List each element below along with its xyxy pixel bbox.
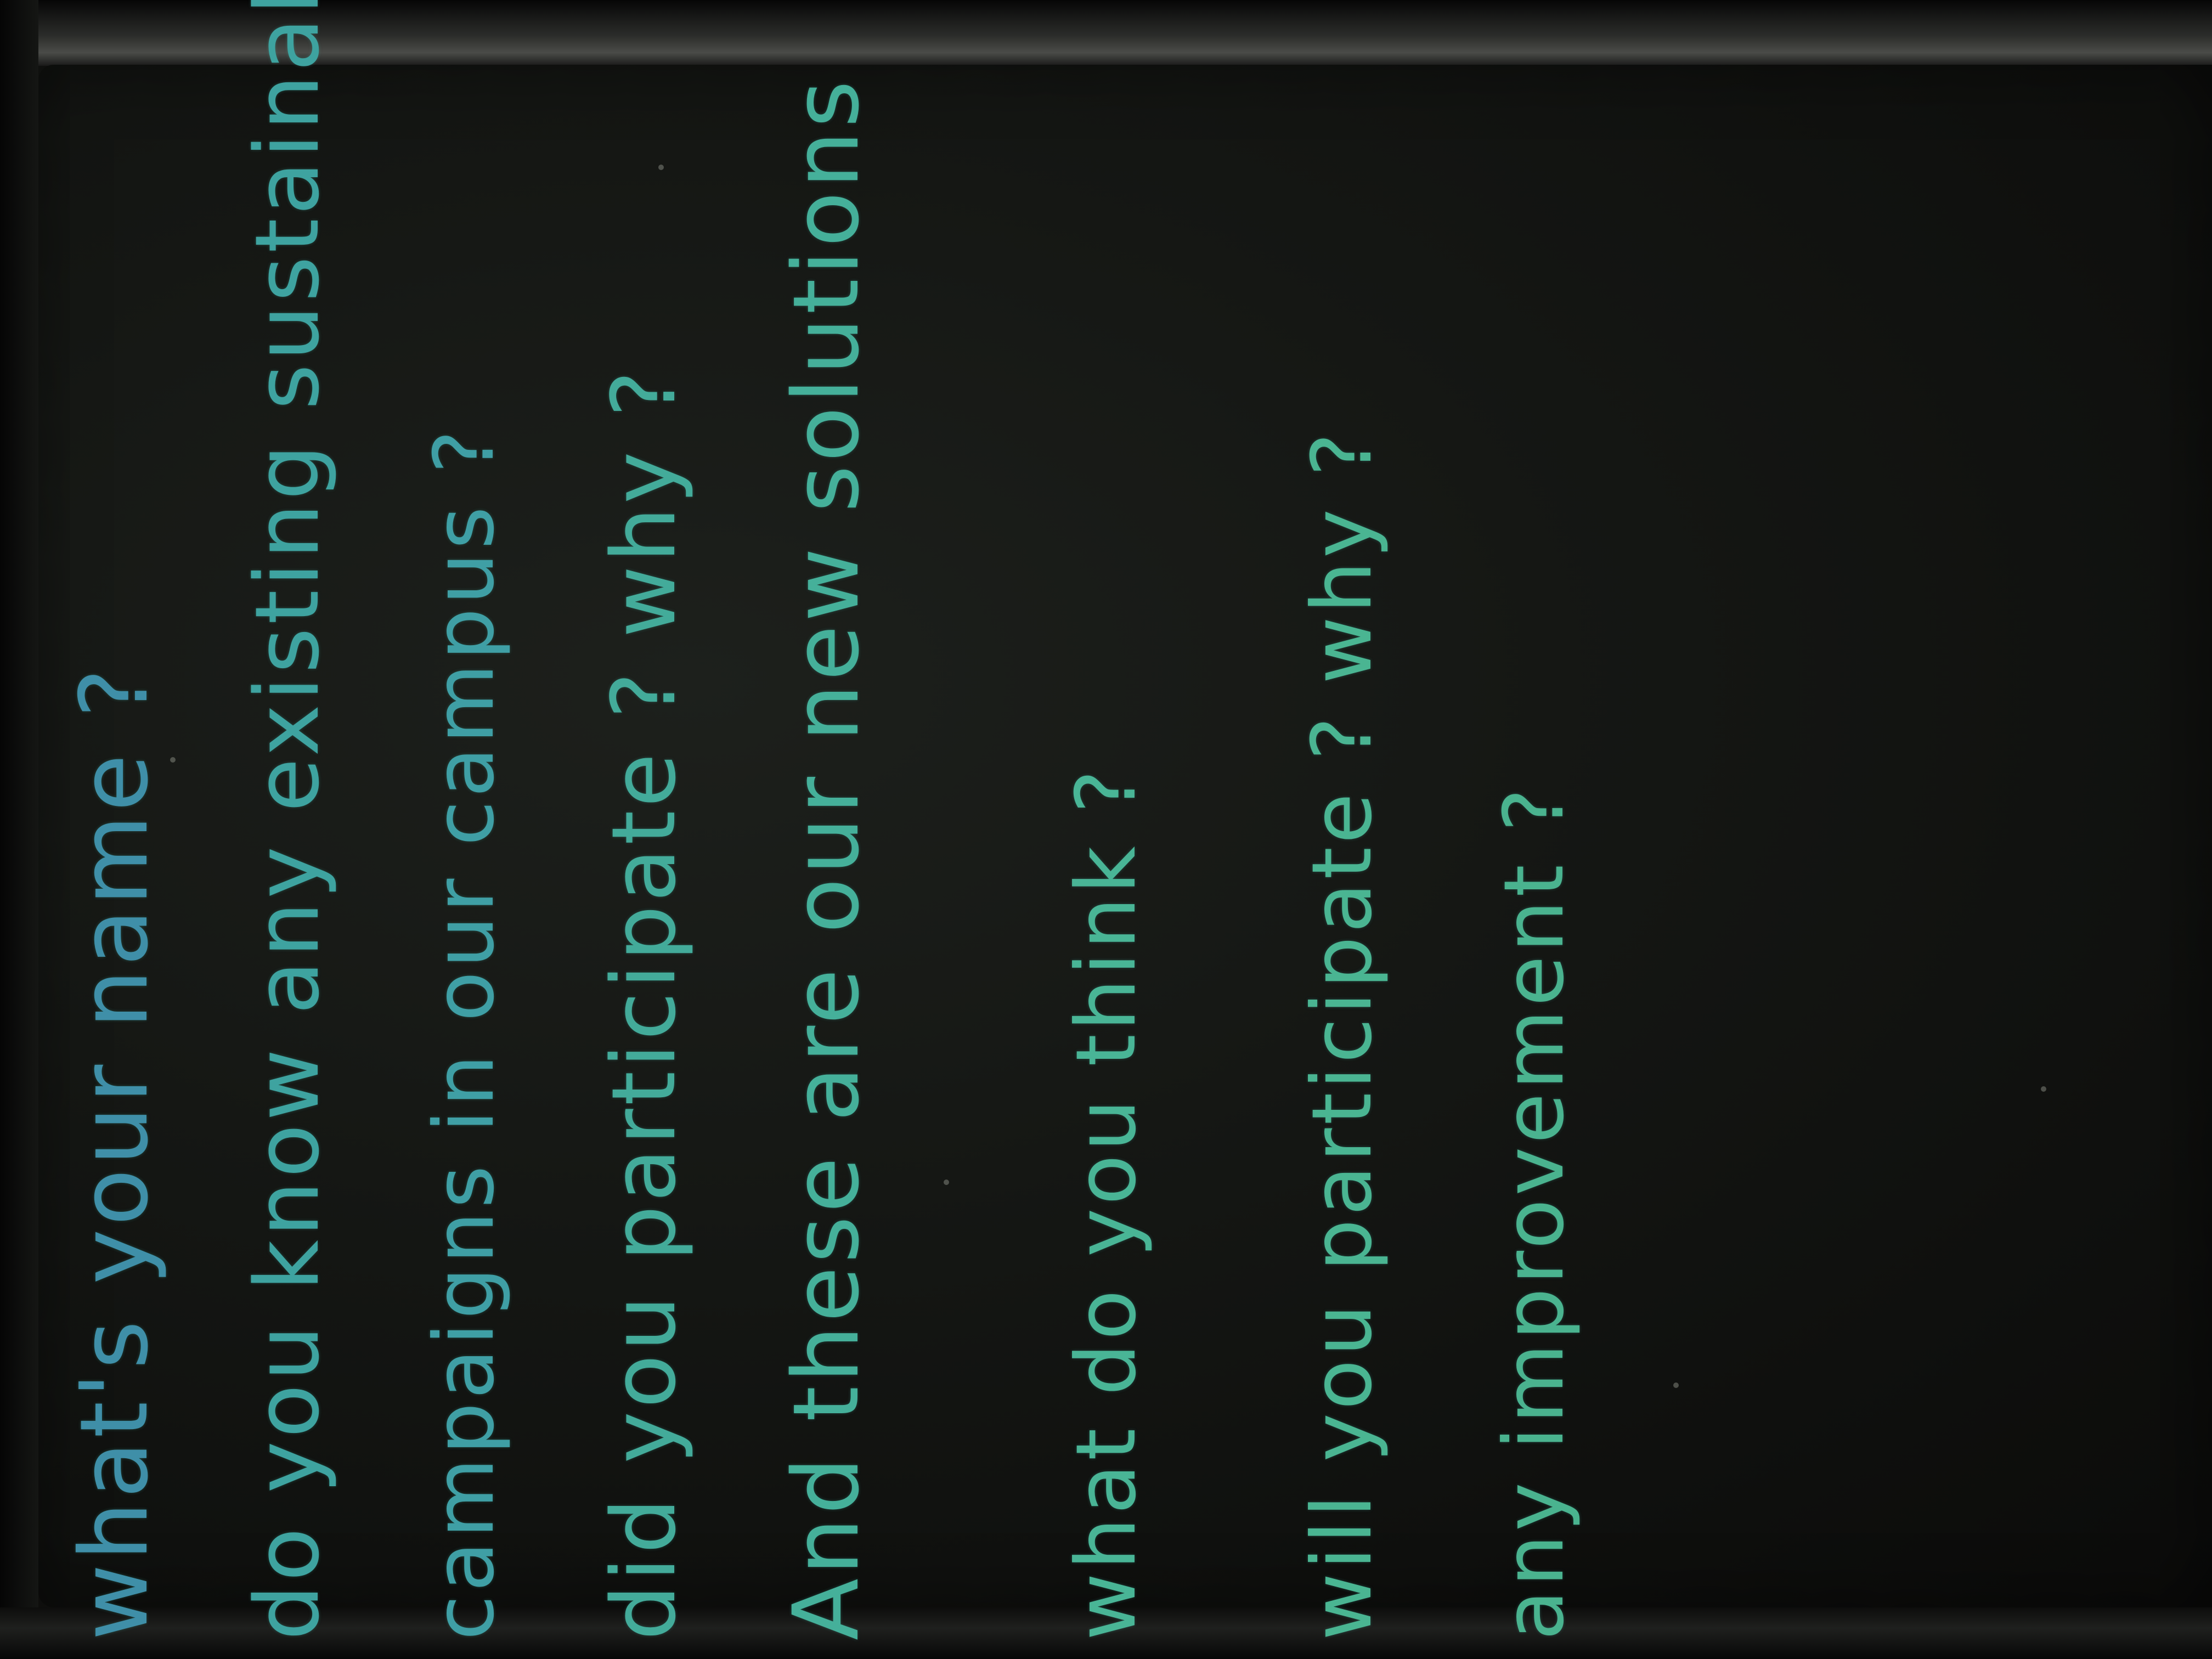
photo-scene: what's your name ? do you know any exist… <box>0 0 2212 1659</box>
question-line-participated: did you participate ? why ? <box>592 367 695 1640</box>
question-line-improvement: any improvement ? <box>1487 785 1582 1640</box>
question-line-name: what's your name ? <box>60 665 169 1640</box>
question-line-campaigns: campaigns in our campus ? <box>417 426 512 1640</box>
statement-line-solutions: And these are our new solutions <box>774 77 879 1640</box>
question-line-will-participate: will you participate ? why ? <box>1295 429 1390 1640</box>
question-line-existing: do you know any existing sustainable <box>236 0 338 1640</box>
handwritten-questions: what's your name ? do you know any exist… <box>0 0 2212 1659</box>
question-line-opinion: what do you think ? <box>1059 766 1154 1640</box>
